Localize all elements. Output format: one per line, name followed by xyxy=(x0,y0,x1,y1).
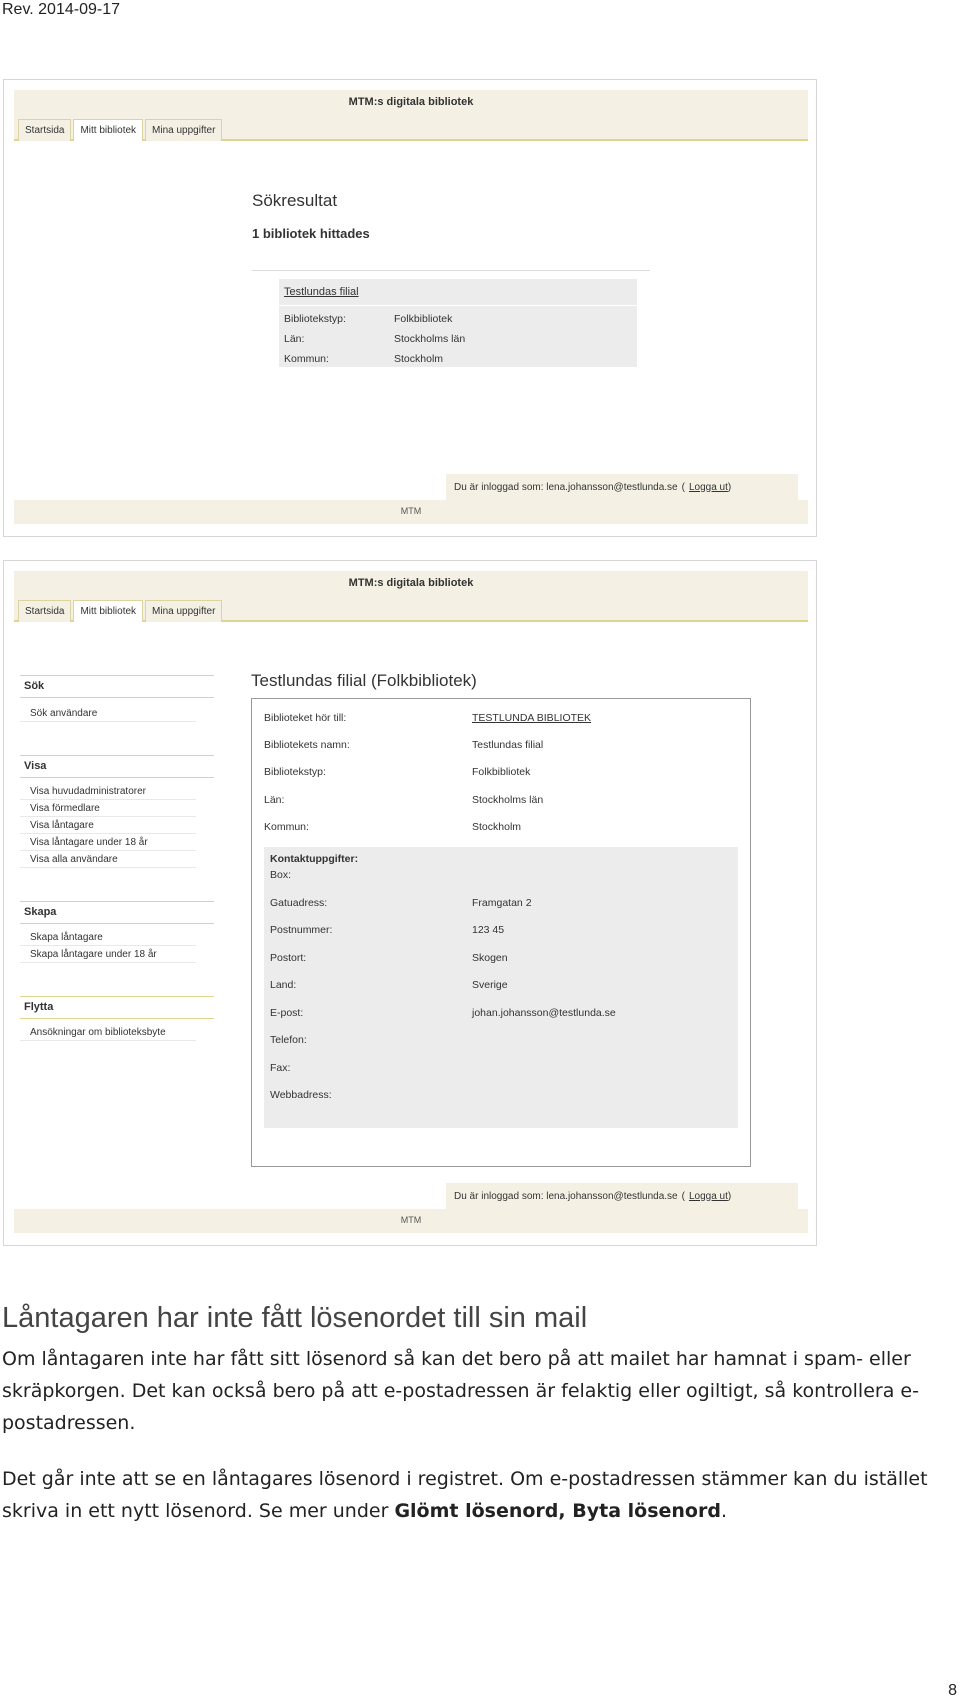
field-value: johan.johansson@testlunda.se xyxy=(472,1007,616,1019)
sidebar-heading-sok: Sök xyxy=(20,675,214,698)
result-card: Testlundas filial Bibliotekstyp: Folkbib… xyxy=(279,279,637,367)
paren-close: ) xyxy=(727,1190,732,1202)
revision-date: Rev. 2014-09-17 xyxy=(2,1,120,18)
tab-mitt-bibliotek[interactable]: Mitt bibliotek xyxy=(73,119,144,141)
divider xyxy=(279,305,637,306)
sidebar-item-visa-alla-anvandare[interactable]: Visa alla användare xyxy=(20,851,196,868)
field-label: Postnummer: xyxy=(270,924,333,936)
paren-close: ) xyxy=(727,481,732,493)
login-status: Du är inloggad som: lena.johansson@testl… xyxy=(446,474,798,500)
login-text: Du är inloggad som: lena.johansson@testl… xyxy=(454,481,678,493)
divider xyxy=(252,270,650,271)
field-value: Testlundas filial xyxy=(472,739,544,751)
tab-mina-uppgifter[interactable]: Mina uppgifter xyxy=(145,119,223,141)
app-header: MTM:s digitala bibliotek Startsida Mitt … xyxy=(14,90,808,141)
app-title: MTM:s digitala bibliotek xyxy=(348,577,474,589)
field-label: Land: xyxy=(270,979,297,991)
tab-mina-uppgifter[interactable]: Mina uppgifter xyxy=(145,600,223,622)
footer-label: MTM xyxy=(400,1215,422,1225)
sidebar-heading-flytta: Flytta xyxy=(20,996,214,1019)
sidebar-item-ansokningar[interactable]: Ansökningar om biblioteksbyte xyxy=(20,1024,196,1041)
screenshot-search-results: MTM:s digitala bibliotek Startsida Mitt … xyxy=(3,79,817,537)
tab-startsida[interactable]: Startsida xyxy=(18,119,72,141)
tab-mitt-bibliotek[interactable]: Mitt bibliotek xyxy=(73,600,144,622)
field-value: Folkbibliotek xyxy=(472,766,531,778)
sidebar: Sök Sök användare Visa Visa huvudadminis… xyxy=(20,675,214,1041)
field-label: Postort: xyxy=(270,952,307,964)
page-number: 8 xyxy=(948,1682,957,1699)
field-value: 123 45 xyxy=(472,924,505,936)
field-value: Stockholms län xyxy=(394,333,466,345)
field-value: Skogen xyxy=(472,952,508,964)
field-label: Bibliotekets namn: xyxy=(264,739,350,751)
field-label: Box: xyxy=(270,869,292,881)
page-title: Sökresultat xyxy=(252,191,338,210)
field-label: Län: xyxy=(284,333,305,345)
library-detail-box: Biblioteket hör till: TESTLUNDA BIBLIOTE… xyxy=(251,698,751,1167)
field-label: E-post: xyxy=(270,1007,304,1019)
logout-link[interactable]: Logga ut xyxy=(689,1191,728,1202)
app-footer: Du är inloggad som: lena.johansson@testl… xyxy=(14,474,808,524)
sidebar-item-visa-lantagare[interactable]: Visa låntagare xyxy=(20,817,196,834)
field-label: Kommun: xyxy=(264,821,309,833)
sidebar-item-visa-formedlare[interactable]: Visa förmedlare xyxy=(20,800,196,817)
login-status: Du är inloggad som: lena.johansson@testl… xyxy=(446,1183,798,1209)
paragraph-2-bold: Glömt lösenord, Byta lösenord xyxy=(394,1500,721,1522)
sidebar-item-visa-lantagare-under-18[interactable]: Visa låntagare under 18 år xyxy=(20,834,196,851)
field-label: Bibliotekstyp: xyxy=(264,766,326,778)
sidebar-heading-visa: Visa xyxy=(20,755,214,778)
tab-startsida[interactable]: Startsida xyxy=(18,600,72,622)
field-label: Gatuadress: xyxy=(270,897,328,909)
sidebar-item-skapa-lantagare[interactable]: Skapa låntagare xyxy=(20,929,196,946)
page-title: Testlundas filial (Folkbibliotek) xyxy=(251,671,477,690)
paragraph-1: Om låntagaren inte har fått sitt lösenor… xyxy=(2,1348,919,1434)
field-label: Bibliotekstyp: xyxy=(284,313,346,325)
app-header: MTM:s digitala bibliotek Startsida Mitt … xyxy=(14,571,808,622)
sidebar-item-sok-anvandare[interactable]: Sök användare xyxy=(20,705,196,722)
paren-open: ( xyxy=(681,481,685,493)
logout-link[interactable]: Logga ut xyxy=(689,482,728,493)
field-value: Folkbibliotek xyxy=(394,313,453,325)
field-label: Webbadress: xyxy=(270,1089,332,1101)
paragraph-2-end: . xyxy=(720,1500,727,1522)
section-heading: Låntagaren har inte fått lösenordet till… xyxy=(2,1302,588,1334)
tab-bar: Startsida Mitt bibliotek Mina uppgifter xyxy=(18,119,223,141)
field-label: Fax: xyxy=(270,1062,291,1074)
sidebar-item-visa-huvudadministratorer[interactable]: Visa huvudadministratorer xyxy=(20,783,196,800)
field-label: Biblioteket hör till: xyxy=(264,712,347,724)
field-value: Framgatan 2 xyxy=(472,897,532,909)
contact-heading: Kontaktuppgifter: xyxy=(270,853,359,865)
result-count: 1 bibliotek hittades xyxy=(252,226,370,241)
contact-section: Kontaktuppgifter: Box: Gatuadress: Framg… xyxy=(264,847,738,1128)
screenshot-library-detail: MTM:s digitala bibliotek Startsida Mitt … xyxy=(3,560,817,1246)
field-value: Stockholms län xyxy=(472,794,544,806)
field-value: Stockholm xyxy=(472,821,522,833)
field-label: Telefon: xyxy=(270,1034,307,1046)
field-value: Stockholm xyxy=(394,353,444,365)
parent-library-link[interactable]: TESTLUNDA BIBLIOTEK xyxy=(472,712,591,724)
field-label: Kommun: xyxy=(284,353,329,365)
app-footer: Du är inloggad som: lena.johansson@testl… xyxy=(14,1183,808,1233)
paren-open: ( xyxy=(681,1190,685,1202)
app-title: MTM:s digitala bibliotek xyxy=(348,96,474,108)
sidebar-heading-skapa: Skapa xyxy=(20,901,214,924)
paragraph-2: Det går inte att se en låntagares löseno… xyxy=(2,1463,958,1527)
field-label: Län: xyxy=(264,794,285,806)
sidebar-item-skapa-lantagare-under-18[interactable]: Skapa låntagare under 18 år xyxy=(20,946,196,963)
field-value: Sverige xyxy=(472,979,508,991)
footer-label: MTM xyxy=(400,506,422,516)
login-text: Du är inloggad som: lena.johansson@testl… xyxy=(454,1190,678,1202)
tab-bar: Startsida Mitt bibliotek Mina uppgifter xyxy=(18,600,223,622)
result-link[interactable]: Testlundas filial xyxy=(284,286,359,298)
